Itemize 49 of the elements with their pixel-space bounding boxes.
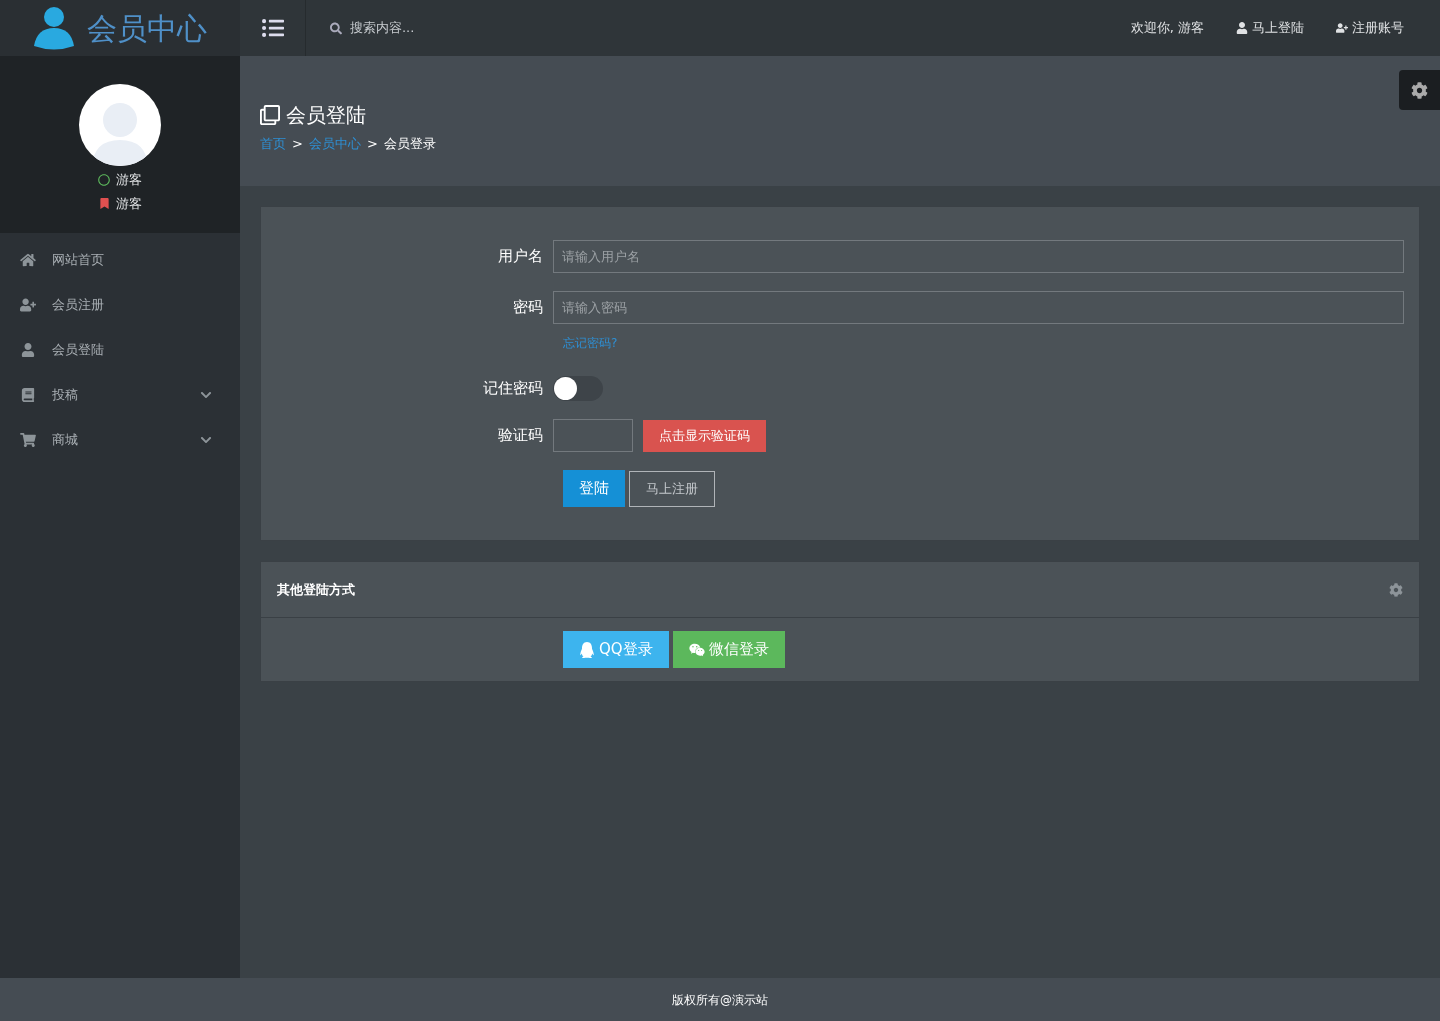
login-button[interactable]: 登陆: [563, 470, 625, 507]
copy-icon: [260, 105, 280, 125]
penguin-icon: [579, 641, 595, 658]
captcha-field[interactable]: [553, 419, 633, 452]
sidebar-item[interactable]: 网站首页: [0, 237, 240, 282]
breadcrumb-link[interactable]: 会员中心: [308, 134, 361, 154]
home-icon: [20, 252, 36, 267]
user-plus-icon: [1336, 22, 1348, 34]
sidebar-item[interactable]: 会员注册: [0, 282, 240, 327]
book-icon: [20, 387, 36, 402]
login-link[interactable]: 马上登陆: [1236, 18, 1304, 38]
settings-icon: [1411, 81, 1428, 99]
breadcrumb-current: 会员登录: [383, 135, 436, 153]
register-link[interactable]: 注册账号: [1336, 18, 1404, 38]
user-icon: [1236, 22, 1248, 34]
password-field[interactable]: 请输入密码: [553, 291, 1404, 324]
search-field[interactable]: 搜索内容...: [349, 18, 582, 38]
field-label: 验证码: [497, 425, 544, 447]
sidebar-item[interactable]: 会员登陆: [0, 327, 240, 372]
register-button[interactable]: 马上注册: [629, 470, 715, 507]
online-status-icon: [98, 173, 110, 186]
person-logo-icon: [33, 6, 75, 50]
remember-toggle[interactable]: [553, 376, 603, 401]
sidebar-item[interactable]: 商城: [0, 417, 240, 462]
user-plus-icon: [20, 297, 36, 312]
chat-bubbles-icon: [688, 641, 705, 658]
field-label: 用户名: [497, 246, 544, 268]
role-text: 游客: [115, 194, 142, 213]
page-title: 会员登陆: [286, 102, 366, 129]
field-label: 记住密码: [482, 378, 544, 400]
breadcrumb-separator: >: [366, 135, 378, 153]
breadcrumb-link[interactable]: 首页: [260, 134, 286, 154]
user-icon: [20, 342, 36, 357]
bookmark-icon: [98, 197, 110, 209]
show-captcha-button[interactable]: 点击显示验证码: [643, 419, 766, 452]
welcome-text: 欢迎你, 游客: [1130, 19, 1204, 38]
settings-icon: [1389, 582, 1403, 597]
panel-title: 其他登陆方式: [277, 580, 355, 599]
sidebar-item[interactable]: 投稿: [0, 372, 240, 417]
field-label: 密码: [512, 297, 544, 319]
cart-icon: [20, 432, 36, 447]
breadcrumb-separator: >: [292, 135, 303, 153]
copyright-text: 版权所有@演示站: [672, 991, 768, 1009]
status-text: 游客: [116, 171, 142, 189]
username-field[interactable]: 请输入用户名: [553, 240, 1404, 273]
search-icon: [330, 21, 342, 35]
wechat-login-button[interactable]: 微信登录: [672, 631, 785, 668]
settings-button[interactable]: [1399, 70, 1440, 110]
logo-text: 会员中心: [87, 9, 207, 48]
